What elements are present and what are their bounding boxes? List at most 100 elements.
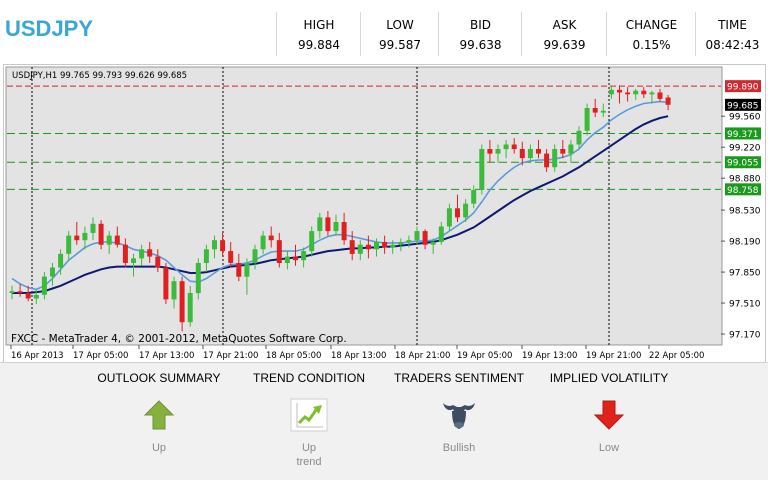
candle-body [195, 263, 201, 294]
price-tick-label: 97.510 [729, 300, 761, 310]
price-tick-label: 98.880 [729, 175, 761, 185]
quote-label: LOW [386, 18, 414, 32]
candle-body [284, 256, 290, 263]
candle [163, 262, 169, 304]
time-tick-label: 19 Apr 13:00 [522, 351, 577, 361]
candle-body [406, 240, 412, 242]
trend-condition-title: TREND CONDITION [253, 371, 365, 385]
quote-label: ASK [552, 18, 577, 32]
implied-volatility-title: IMPLIED VOLATILITY [549, 371, 669, 385]
candle-body [212, 240, 217, 250]
candle-body [41, 276, 47, 295]
candle-body [600, 110, 606, 113]
candle-body [50, 267, 55, 277]
price-tick-label: 98.530 [729, 207, 761, 217]
candle-body [9, 291, 15, 293]
candle [479, 144, 485, 195]
candle-body [446, 208, 452, 227]
symbol-title: USDJPY [5, 16, 94, 41]
quote-value: 99.638 [459, 38, 502, 52]
candle-body [479, 149, 485, 190]
candle-body [560, 149, 566, 154]
candle-body [309, 231, 315, 252]
trend-chart-icon [289, 395, 329, 435]
time-tick-label: 17 Apr 05:00 [73, 351, 128, 361]
candle-body [357, 244, 363, 254]
current-price-tag-label: 99.685 [727, 101, 759, 111]
candle-body [617, 89, 622, 93]
candle-body [503, 144, 509, 150]
candle [584, 103, 590, 136]
candle-body [163, 267, 169, 300]
candle-body [438, 226, 444, 242]
quote-ask: ASK 99.639 [521, 12, 607, 56]
candle-body [568, 144, 574, 154]
time-tick-label: 17 Apr 21:00 [203, 351, 258, 361]
candle-body [58, 253, 64, 268]
price-tick-label: 97.850 [729, 269, 761, 279]
trend-condition: TREND CONDITION Up trend [234, 371, 384, 469]
support-tag-label: 98.758 [727, 186, 759, 196]
candle-body [455, 208, 460, 218]
time-tick-label: 18 Apr 21:00 [395, 351, 450, 361]
candle-body [106, 235, 112, 245]
chart-svg[interactable]: 99.560 99.220 98.880 98.530 98.190 97.850 97.5… [4, 65, 765, 363]
candle-body [552, 149, 558, 168]
traders-sentiment: TRADERS SENTIMENT Bullish [384, 371, 534, 455]
candle-body [536, 149, 541, 154]
candle-body [131, 258, 136, 263]
candle-body [203, 249, 209, 263]
quote-change: CHANGE 0.15% [606, 12, 696, 56]
candle-body [66, 235, 72, 254]
arrow-up-icon [139, 395, 179, 435]
candle-body [139, 249, 145, 259]
candle-body [82, 232, 88, 241]
analysis-panel: OUTLOOK SUMMARY Up TREND CONDITION Up tr… [0, 362, 768, 480]
quote-header: USDJPY HIGH 99.884 LOW 99.587 BID 99.638… [0, 0, 768, 64]
candle-body [252, 249, 258, 263]
implied-volatility-value: Low [598, 442, 620, 454]
quote-value: 08:42:43 [705, 38, 760, 52]
candle-body [122, 244, 128, 263]
candle-body [276, 240, 282, 263]
quote-label: CHANGE [625, 18, 678, 32]
candle-body [592, 108, 598, 113]
candle-body [625, 92, 631, 95]
candle-body [293, 256, 298, 261]
candle-body [430, 242, 436, 245]
traders-sentiment-title: TRADERS SENTIMENT [393, 371, 524, 385]
support-tag-label: 99.055 [727, 159, 759, 169]
candle-body [74, 235, 80, 241]
quote-value: 99.884 [298, 38, 340, 52]
candle-body [544, 153, 550, 168]
candle-body [171, 281, 177, 300]
time-tick-label: 19 Apr 05:00 [457, 351, 512, 361]
outlook-summary-value: Up [151, 442, 167, 454]
candle-body [519, 149, 525, 159]
time-tick-label: 22 Apr 05:00 [649, 351, 704, 361]
quote-bid: BID 99.638 [438, 12, 522, 56]
candle-body [398, 242, 404, 245]
candle-body [511, 144, 517, 150]
candle-body [317, 217, 323, 232]
quote-label: TIME [718, 18, 747, 32]
arrow-down-icon [589, 395, 629, 435]
traders-sentiment-value: Bullish [442, 442, 476, 454]
price-chart[interactable]: 99.560 99.220 98.880 98.530 98.190 97.850 97.5… [3, 64, 766, 364]
candle-body [665, 97, 671, 105]
candle-body [236, 263, 242, 277]
plot-area [5, 66, 723, 346]
resistance-tag-label: 99.890 [727, 83, 759, 93]
candle-body [495, 149, 501, 154]
candle-body [584, 108, 590, 131]
candle-body [471, 190, 477, 204]
time-tick-label: 17 Apr 13:00 [139, 351, 194, 361]
candle-body [33, 294, 39, 299]
quote-value: 0.15% [632, 38, 671, 52]
candle-body [228, 251, 234, 263]
time-tick-label: 18 Apr 13:00 [331, 351, 386, 361]
candle-body [155, 256, 161, 268]
outlook-summary-title: OUTLOOK SUMMARY [97, 371, 221, 385]
candle-body [98, 223, 104, 245]
price-tick-label: 99.560 [729, 113, 761, 123]
